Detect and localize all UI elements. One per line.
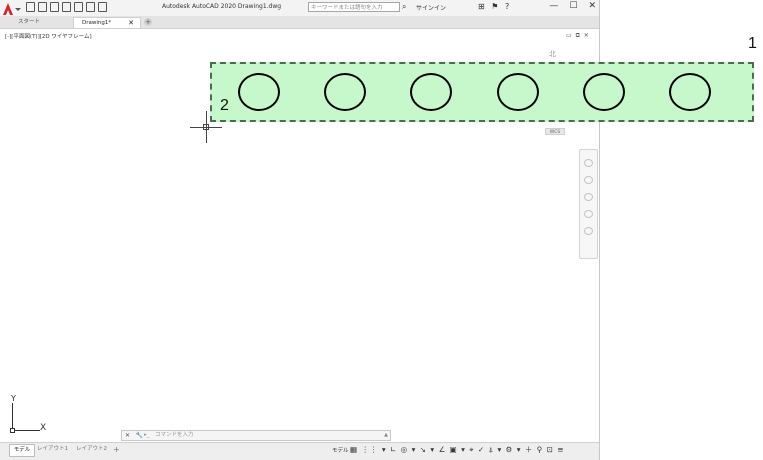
circle-shape[interactable] (583, 73, 625, 111)
circle-shape[interactable] (410, 73, 452, 111)
exchange-icon[interactable]: ⚑ (491, 2, 500, 11)
steering-wheel-icon[interactable] (584, 159, 593, 167)
command-input[interactable]: コマンドを入力 (155, 431, 194, 440)
tab-layout2[interactable]: レイアウト2 (76, 444, 107, 455)
annotation-label-2: 2 (220, 97, 229, 114)
tab-model[interactable]: モデル (9, 444, 35, 457)
command-prompt-icon: ▸_ (144, 432, 150, 438)
cart-icon[interactable]: ⊞ (478, 2, 487, 11)
circle-shape[interactable] (238, 73, 280, 111)
tab-close-icon[interactable]: ✕ (128, 18, 134, 29)
wcs-menu[interactable]: WCS (545, 128, 565, 135)
annotation-label-1: 1 (748, 35, 757, 52)
autocad-logo-icon (3, 3, 21, 15)
close-button[interactable]: ✕ (588, 1, 596, 11)
pan-icon[interactable] (584, 176, 593, 184)
circle-shape[interactable] (324, 73, 366, 111)
status-bar: モデル レイアウト1 レイアウト2 + モデル ▦ ⋮⋮ ▾ ∟ ◎ ▾ ↘ ▾… (0, 442, 599, 460)
circle-shape[interactable] (669, 73, 711, 111)
tab-label: Drawing1* (82, 20, 112, 26)
help-icon[interactable]: ? (505, 2, 511, 11)
signin-button[interactable]: サインイン (416, 3, 446, 12)
add-layout-button[interactable]: + (113, 444, 120, 455)
undo-icon[interactable] (86, 2, 95, 12)
application-menu-button[interactable] (2, 1, 22, 15)
print-icon[interactable] (74, 2, 83, 12)
quick-access-toolbar (26, 2, 107, 12)
model-space-toggle[interactable]: モデル (332, 446, 349, 454)
tab-start[interactable]: スタート (4, 17, 70, 28)
navigation-bar[interactable] (579, 149, 598, 259)
tab-layout1[interactable]: レイアウト1 (37, 444, 68, 455)
status-bar-tools[interactable]: ▦ ⋮⋮ ▾ ∟ ◎ ▾ ↘ ▾ ∠ ▣ ▾ ⌖ ✓ ⍋ ▾ ⚙ ▾ ＋ ⚲ ⊡… (350, 444, 565, 456)
new-file-icon[interactable] (26, 2, 35, 12)
ucs-icon: Y X (6, 394, 56, 437)
window-controls: — ☐ ✕ (549, 1, 596, 11)
minimize-button[interactable]: — (549, 1, 558, 11)
tab-drawing1[interactable]: Drawing1* ✕ (73, 17, 141, 28)
showmotion-icon[interactable] (584, 227, 593, 235)
new-tab-button[interactable]: + (144, 18, 152, 26)
title-bar: Autodesk AutoCAD 2020 Drawing1.dwg キーワード… (0, 0, 599, 17)
binoculars-icon[interactable]: ⌕ (402, 2, 406, 12)
orbit-icon[interactable] (584, 210, 593, 218)
selection-highlight (210, 62, 754, 122)
command-line-buttons[interactable]: ✕ 🔧 (125, 431, 145, 440)
circle-shape[interactable] (497, 73, 539, 111)
maximize-button[interactable]: ☐ (569, 1, 577, 11)
open-file-icon[interactable] (38, 2, 47, 12)
redo-icon[interactable] (98, 2, 107, 12)
viewcube-north-label[interactable]: 北 (549, 49, 556, 59)
viewport-controls-label[interactable]: [-][平面図(T)][2D ワイヤフレーム] (5, 32, 92, 40)
title-tools: ⊞ ⚑ ? (478, 2, 511, 12)
viewport-window-controls[interactable]: ▭ ⧉ ✕ (566, 32, 590, 40)
search-input[interactable]: キーワードまたは語句を入力 (308, 2, 400, 12)
save-icon[interactable] (50, 2, 59, 12)
command-history-toggle[interactable]: ▲ (384, 431, 388, 440)
command-line[interactable]: ✕ 🔧 ▸_ コマンドを入力 ▲ (121, 430, 391, 441)
window-title: Autodesk AutoCAD 2020 Drawing1.dwg (162, 3, 282, 10)
file-tabs: スタート Drawing1* ✕ + (0, 16, 599, 29)
ucs-x-label: X (40, 423, 47, 433)
zoom-icon[interactable] (584, 193, 593, 201)
save-as-icon[interactable] (62, 2, 71, 12)
ucs-y-label: Y (11, 394, 16, 403)
